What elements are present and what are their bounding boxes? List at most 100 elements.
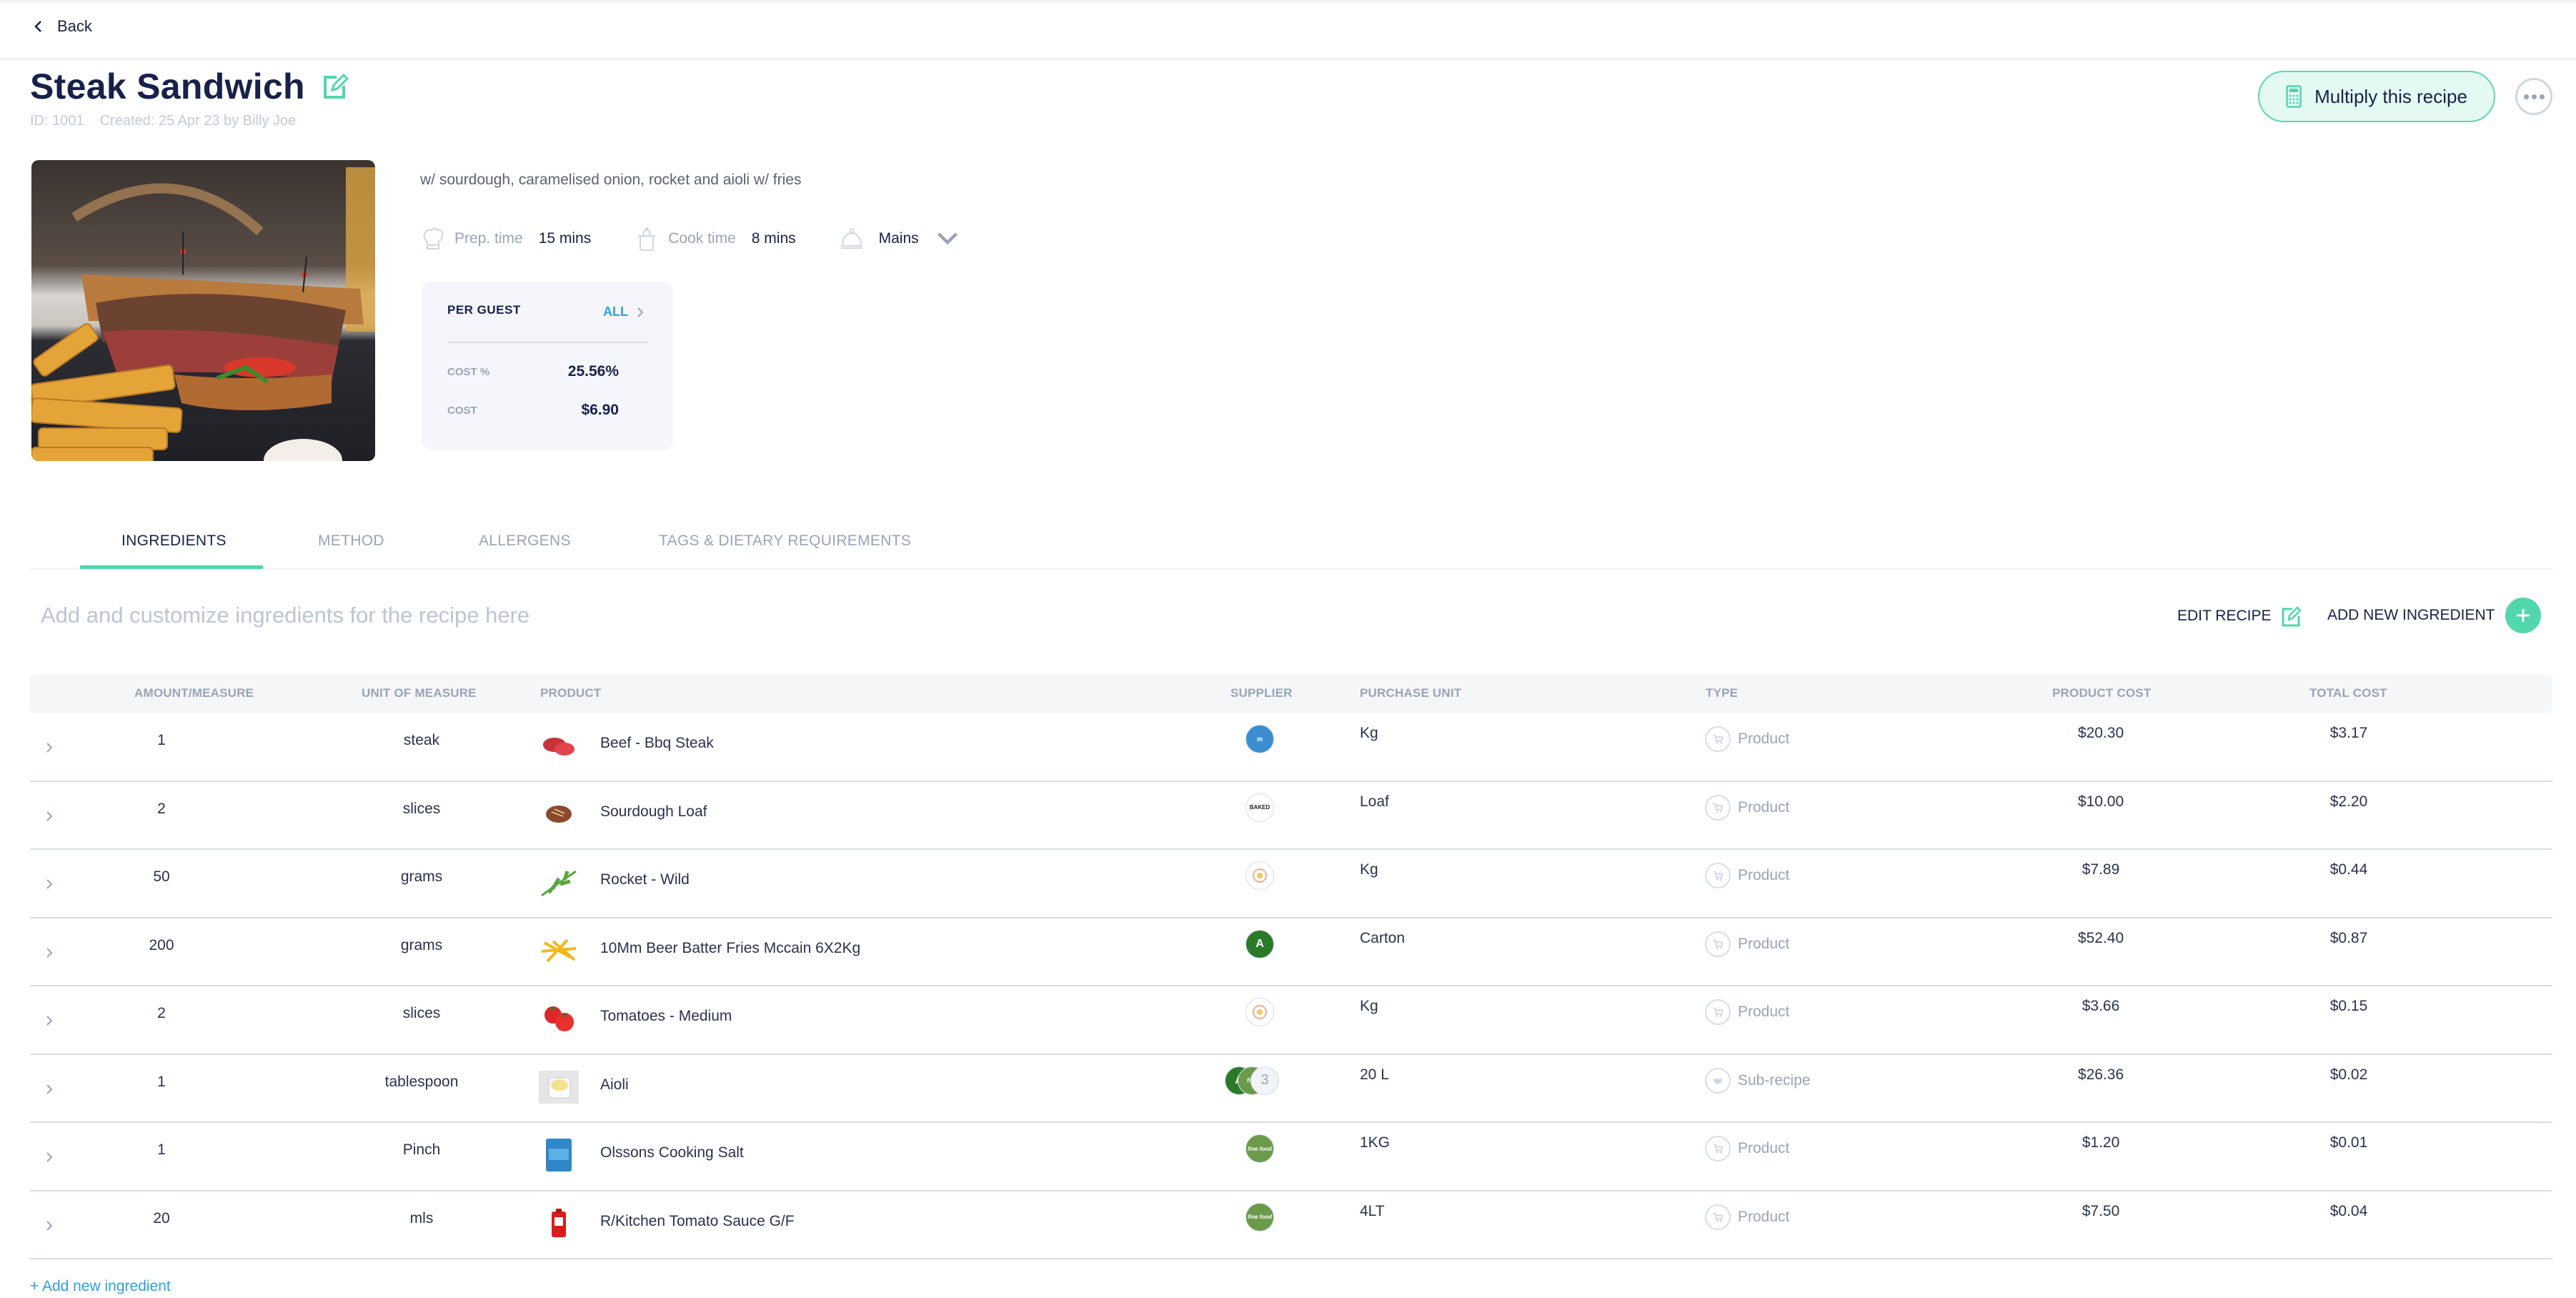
more-options-button[interactable] bbox=[2515, 78, 2552, 115]
supplier-count-badge: 3 bbox=[1250, 1066, 1279, 1095]
chevron-right-icon[interactable] bbox=[44, 1150, 54, 1164]
cart-icon bbox=[1705, 931, 1731, 957]
product-cost-value: $7.50 bbox=[2082, 1202, 2120, 1219]
product-name[interactable]: Tomatoes - Medium bbox=[600, 1008, 732, 1025]
type-cell: Product bbox=[1705, 1136, 1789, 1161]
total-cost-value: $0.01 bbox=[2329, 1134, 2368, 1151]
supplier-logo[interactable] bbox=[1245, 998, 1274, 1026]
unit-value: mls bbox=[409, 1209, 434, 1227]
amount-value: 1 bbox=[157, 1141, 166, 1158]
add-ingredient-label: ADD NEW INGREDIENT bbox=[2327, 607, 2495, 623]
total-cost-value: $2.20 bbox=[2329, 793, 2368, 810]
supplier-logo[interactable]: fine food bbox=[1245, 1202, 1274, 1232]
chevron-right-icon[interactable] bbox=[44, 740, 54, 755]
category-dropdown[interactable]: Mains bbox=[840, 226, 959, 252]
table-row[interactable]: 1 steak Beef - Bbq Steak m Kg Product $20.30 $3… bbox=[30, 713, 2552, 782]
edit-title-icon[interactable] bbox=[321, 71, 351, 101]
unit-value: grams bbox=[400, 868, 443, 885]
table-row[interactable]: 200 grams 10Mm Beer Batter Fries Mccain 6X… bbox=[30, 918, 2552, 986]
type-value: Sub-recipe bbox=[1738, 1071, 1811, 1089]
bowl-icon bbox=[1705, 1067, 1731, 1094]
purchase-unit: Carton bbox=[1360, 929, 1406, 946]
cart-icon bbox=[1705, 999, 1731, 1025]
purchase-unit: 20 L bbox=[1360, 1066, 1389, 1083]
amount-value: 2 bbox=[157, 800, 166, 817]
table-body: 1 steak Beef - Bbq Steak m Kg Product $20.30 $3… bbox=[30, 713, 2552, 1259]
supplier-stack[interactable]: Afine3 bbox=[1225, 1066, 1289, 1098]
add-new-ingredient-link[interactable]: + Add new ingredient bbox=[30, 1278, 171, 1295]
product-name[interactable]: 10Mm Beer Batter Fries Mccain 6X2Kg bbox=[600, 940, 860, 957]
tab-method[interactable]: METHOD bbox=[318, 532, 384, 550]
product-cost-value: $7.89 bbox=[2082, 861, 2120, 878]
col-type[interactable]: TYPE bbox=[1706, 686, 1738, 700]
prep-time-label: Prep. time bbox=[454, 230, 523, 247]
col-product[interactable]: PRODUCT bbox=[540, 686, 601, 700]
cart-icon bbox=[1705, 726, 1731, 752]
chevron-right-icon[interactable] bbox=[44, 1219, 54, 1233]
product-name[interactable]: Beef - Bbq Steak bbox=[600, 735, 714, 752]
multiply-recipe-button[interactable]: Multiply this recipe bbox=[2258, 71, 2495, 122]
supplier-logo[interactable]: BAKED bbox=[1245, 793, 1274, 822]
supplier-logo[interactable]: A bbox=[1245, 929, 1274, 958]
chevron-right-icon[interactable] bbox=[44, 809, 54, 823]
amount-value: 20 bbox=[153, 1209, 170, 1227]
table-row[interactable]: 1 Pinch Olssons Cooking Salt fine food 1KG Pr… bbox=[30, 1123, 2552, 1192]
per-guest-all-link[interactable]: ALL bbox=[603, 304, 644, 319]
product-name[interactable]: Rocket - Wild bbox=[600, 871, 690, 888]
chevron-right-icon[interactable] bbox=[44, 1014, 54, 1028]
table-row[interactable]: 20 mls R/Kitchen Tomato Sauce G/F fine food… bbox=[30, 1192, 2552, 1259]
add-new-ingredient-button[interactable]: ADD NEW INGREDIENT bbox=[2327, 598, 2541, 633]
col-amount[interactable]: AMOUNT/MEASURE bbox=[134, 686, 254, 700]
product-cost-value: $26.36 bbox=[2077, 1066, 2124, 1083]
tab-allergens[interactable]: ALLERGENS bbox=[479, 532, 571, 550]
cook-time: Cook time 8 mins bbox=[635, 226, 796, 252]
col-unit[interactable]: UNIT OF MEASURE bbox=[362, 686, 477, 700]
type-value: Product bbox=[1738, 1140, 1790, 1156]
product-cost-value: $10.00 bbox=[2077, 793, 2124, 810]
supplier-logo[interactable]: fine food bbox=[1245, 1134, 1274, 1163]
cart-icon bbox=[1705, 1136, 1731, 1161]
amount-value: 1 bbox=[157, 732, 166, 748]
chevron-right-icon[interactable] bbox=[44, 946, 54, 960]
cost-row: COST $6.90 bbox=[447, 402, 619, 419]
total-cost-value: $0.15 bbox=[2329, 998, 2368, 1014]
plus-icon bbox=[2505, 598, 2541, 633]
tab-ingredients[interactable]: INGREDIENTS bbox=[121, 532, 227, 550]
col-supplier[interactable]: SUPPLIER bbox=[1230, 686, 1293, 700]
unit-value: Pinch bbox=[402, 1141, 441, 1158]
divider bbox=[447, 342, 649, 343]
supplier-logo[interactable]: m bbox=[1245, 725, 1274, 753]
chevron-right-icon[interactable] bbox=[44, 877, 54, 891]
product-name[interactable]: Sourdough Loaf bbox=[600, 803, 707, 821]
unit-value: grams bbox=[400, 936, 443, 953]
chevron-down-icon bbox=[937, 232, 958, 245]
type-cell: Sub-recipe bbox=[1705, 1067, 1811, 1094]
dot bbox=[2531, 94, 2537, 99]
table-row[interactable]: 2 slices Tomatoes - Medium Kg Product $3.66 $0… bbox=[30, 986, 2552, 1055]
type-value: Product bbox=[1738, 1208, 1790, 1225]
table-row[interactable]: 2 slices Sourdough Loaf BAKED Loaf Product $10… bbox=[30, 782, 2552, 850]
product-name[interactable]: R/Kitchen Tomato Sauce G/F bbox=[600, 1213, 795, 1230]
table-row[interactable]: 1 tablespoon Aioli Afine3 20 L Sub-recipe $26.… bbox=[30, 1055, 2552, 1123]
cooking-pot-icon bbox=[638, 227, 656, 251]
recipe-info-row: Prep. time 15 mins Cook time 8 mins Main… bbox=[422, 226, 1003, 252]
col-purchase-unit[interactable]: PURCHASE UNIT bbox=[1360, 686, 1461, 700]
col-product-cost[interactable]: PRODUCT COST bbox=[2052, 686, 2151, 700]
back-button[interactable]: Back bbox=[33, 17, 92, 36]
supplier-logo[interactable] bbox=[1245, 861, 1274, 890]
col-total-cost[interactable]: TOTAL COST bbox=[2309, 686, 2387, 700]
edit-recipe-button[interactable]: EDIT RECIPE bbox=[2177, 605, 2302, 628]
chevron-left-icon bbox=[34, 21, 41, 32]
chevron-right-icon[interactable] bbox=[44, 1082, 54, 1096]
product-name[interactable]: Aioli bbox=[600, 1076, 629, 1094]
prep-time-value: 15 mins bbox=[538, 230, 592, 247]
table-row[interactable]: 50 grams Rocket - Wild Kg Product $7.89 $0.44 bbox=[30, 850, 2552, 918]
cart-icon bbox=[1705, 1204, 1731, 1230]
dot bbox=[2539, 94, 2545, 99]
product-name[interactable]: Olssons Cooking Salt bbox=[600, 1144, 744, 1161]
recipe-image bbox=[31, 160, 375, 461]
purchase-unit: Kg bbox=[1360, 725, 1378, 741]
cart-icon bbox=[1705, 863, 1731, 888]
per-guest-heading: PER GUEST bbox=[447, 303, 521, 317]
tab-tags-dietary[interactable]: TAGS & DIETARY REQUIREMENTS bbox=[659, 532, 911, 550]
